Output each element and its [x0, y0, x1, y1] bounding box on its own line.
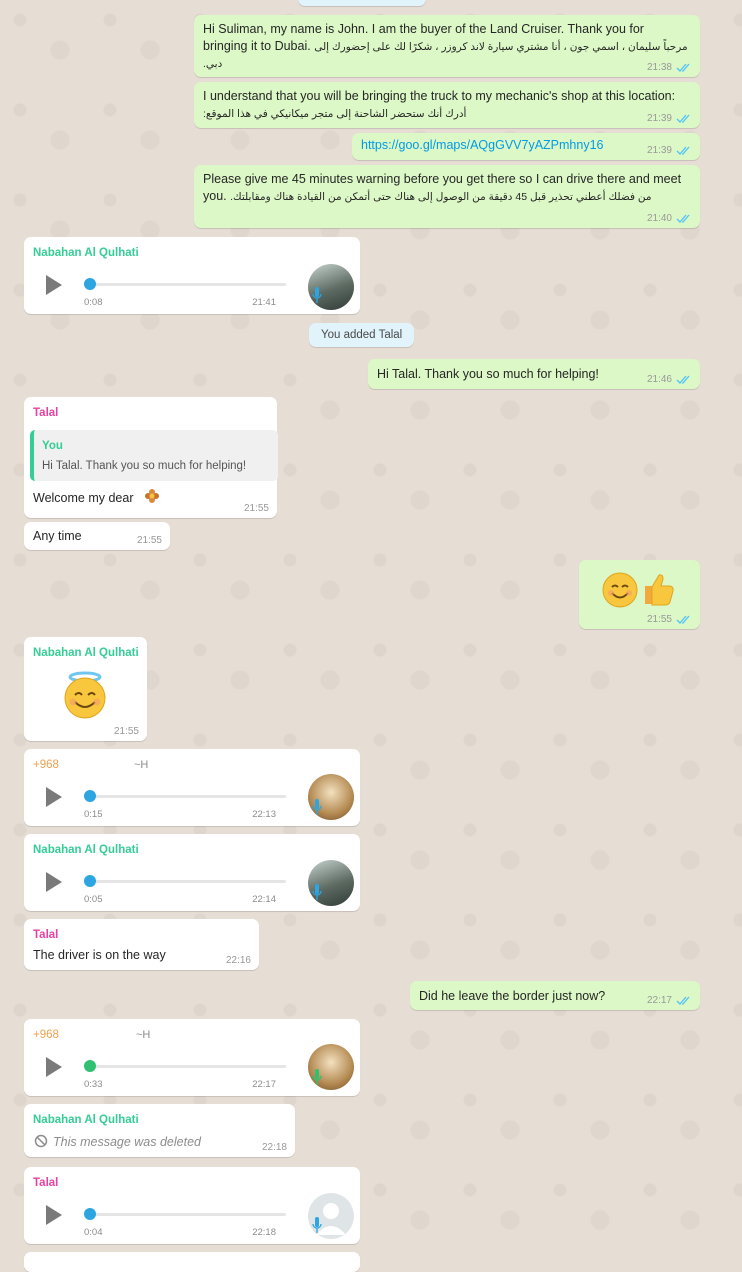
audio-scrubber[interactable]	[84, 875, 96, 887]
message-text: Welcome my dear	[33, 491, 134, 505]
message-time: 21:55	[243, 503, 269, 514]
double-check-icon	[676, 214, 690, 223]
message-time: 21:39	[646, 145, 672, 156]
audio-scrubber[interactable]	[84, 1060, 96, 1072]
incoming-message[interactable]: Talal The driver is on the way 22:16	[24, 919, 259, 970]
smile-emoji	[602, 572, 638, 608]
audio-scrubber[interactable]	[84, 278, 96, 290]
audio-progress-track[interactable]	[90, 283, 286, 286]
sender-name: Talal	[33, 1177, 59, 1189]
outgoing-message[interactable]: Did he leave the border just now? 22:17	[410, 981, 700, 1010]
message-text: Hi Talal. Thank you so much for helping!	[377, 367, 599, 381]
play-icon[interactable]	[46, 872, 62, 892]
quote-text: Hi Talal. Thank you so much for helping!	[42, 460, 247, 472]
message-text-arabic: من فضلك أعطني تحذير قبل 45 دقيقة من الوص…	[230, 190, 652, 203]
audio-progress-track[interactable]	[90, 795, 286, 798]
audio-duration: 0:04	[84, 1227, 103, 1238]
message-time: 21:55	[646, 614, 672, 625]
mic-icon	[312, 1069, 322, 1085]
sender-name: Nabahan Al Qulhati	[33, 247, 139, 259]
deleted-message[interactable]: Nabahan Al Qulhati This message was dele…	[24, 1104, 295, 1157]
double-check-icon	[676, 375, 690, 384]
audio-progress-track[interactable]	[90, 880, 286, 883]
audio-scrubber[interactable]	[84, 1208, 96, 1220]
blocked-icon	[34, 1134, 48, 1148]
sender-name: Nabahan Al Qulhati	[33, 844, 139, 856]
audio-progress-track[interactable]	[90, 1065, 286, 1068]
partial-message	[24, 1252, 360, 1272]
outgoing-message[interactable]: Hi Suliman, my name is John. I am the bu…	[194, 15, 700, 77]
sender-pushname: ~H	[134, 759, 149, 771]
message-time: 22:18	[261, 1142, 287, 1153]
message-time: 21:55	[113, 726, 139, 737]
double-check-icon	[676, 114, 690, 123]
play-icon[interactable]	[46, 1205, 62, 1225]
audio-progress-track[interactable]	[90, 1213, 286, 1216]
message-text-arabic: أدرك أنك ستحضر الشاحنة إلى متجر ميكانيكي…	[203, 107, 467, 120]
mic-icon	[312, 884, 322, 900]
system-notice: You added Talal	[309, 323, 415, 347]
map-link[interactable]: https://goo.gl/maps/AQgGVV7yAZPmhny16	[361, 138, 603, 152]
outgoing-message[interactable]: Please give me 45 minutes warning before…	[194, 165, 700, 228]
message-time: 21:46	[646, 374, 672, 385]
voice-message[interactable]: +968 ~H 0:15 22:13	[24, 749, 360, 826]
outgoing-link-message[interactable]: https://goo.gl/maps/AQgGVV7yAZPmhny16 21…	[352, 133, 700, 160]
sender-name: Nabahan Al Qulhati	[33, 1114, 139, 1126]
outgoing-emoji-message[interactable]: 21:55	[579, 560, 700, 629]
message-time: 21:41	[252, 297, 276, 308]
deleted-text: This message was deleted	[53, 1135, 201, 1149]
audio-duration: 0:08	[84, 297, 103, 308]
voice-message[interactable]: +968 ~H 0:33 22:17	[24, 1019, 360, 1096]
double-check-icon	[676, 146, 690, 155]
sender-name: Talal	[33, 407, 59, 419]
voice-message[interactable]: Talal 0:04 22:18	[24, 1167, 360, 1244]
double-check-icon	[676, 615, 690, 624]
audio-scrubber[interactable]	[84, 790, 96, 802]
message-time: 22:13	[252, 809, 276, 820]
mic-icon	[312, 287, 322, 303]
message-time: 21:39	[646, 113, 672, 124]
outgoing-message[interactable]: I understand that you will be bringing t…	[194, 82, 700, 128]
incoming-emoji-message[interactable]: Nabahan Al Qulhati 21:55	[24, 637, 147, 741]
incoming-message[interactable]: Any time 21:55	[24, 522, 170, 550]
message-time: 22:18	[252, 1227, 276, 1238]
sender-phone: +968	[33, 1029, 59, 1041]
audio-duration: 0:33	[84, 1079, 103, 1090]
outgoing-message[interactable]: Hi Talal. Thank you so much for helping!…	[368, 359, 700, 389]
message-time: 21:38	[646, 62, 672, 73]
mic-icon	[312, 799, 322, 815]
play-icon[interactable]	[46, 1057, 62, 1077]
flower-emoji	[145, 489, 159, 503]
message-time: 21:40	[646, 213, 672, 224]
thumbs-up-emoji	[645, 574, 674, 606]
audio-duration: 0:15	[84, 809, 103, 820]
quote-sender: You	[42, 440, 63, 452]
voice-message[interactable]: Nabahan Al Qulhati 0:08 21:41	[24, 237, 360, 314]
message-time: 21:55	[136, 535, 162, 546]
halo-smile-emoji	[64, 671, 106, 719]
audio-duration: 0:05	[84, 894, 103, 905]
mic-icon	[312, 1217, 322, 1233]
message-time: 22:14	[252, 894, 276, 905]
top-partial-bubble	[298, 0, 426, 6]
message-time: 22:17	[252, 1079, 276, 1090]
double-check-icon	[676, 996, 690, 1005]
play-icon[interactable]	[46, 787, 62, 807]
incoming-reply-message[interactable]: Talal You Hi Talal. Thank you so much fo…	[24, 397, 278, 518]
message-text: I understand that you will be bringing t…	[203, 89, 676, 103]
message-text: Did he leave the border just now?	[419, 989, 606, 1003]
sender-name: Talal	[33, 929, 59, 941]
message-text: The driver is on the way	[33, 948, 166, 962]
message-text: Any time	[33, 529, 82, 543]
play-icon[interactable]	[46, 275, 62, 295]
message-time: 22:16	[225, 955, 251, 966]
double-check-icon	[676, 63, 690, 72]
voice-message[interactable]: Nabahan Al Qulhati 0:05 22:14	[24, 834, 360, 911]
quoted-message[interactable]: You Hi Talal. Thank you so much for help…	[30, 430, 278, 481]
sender-phone: +968	[33, 759, 59, 771]
sender-pushname: ~H	[136, 1029, 151, 1041]
sender-name: Nabahan Al Qulhati	[33, 647, 139, 659]
message-time: 22:17	[646, 995, 672, 1006]
